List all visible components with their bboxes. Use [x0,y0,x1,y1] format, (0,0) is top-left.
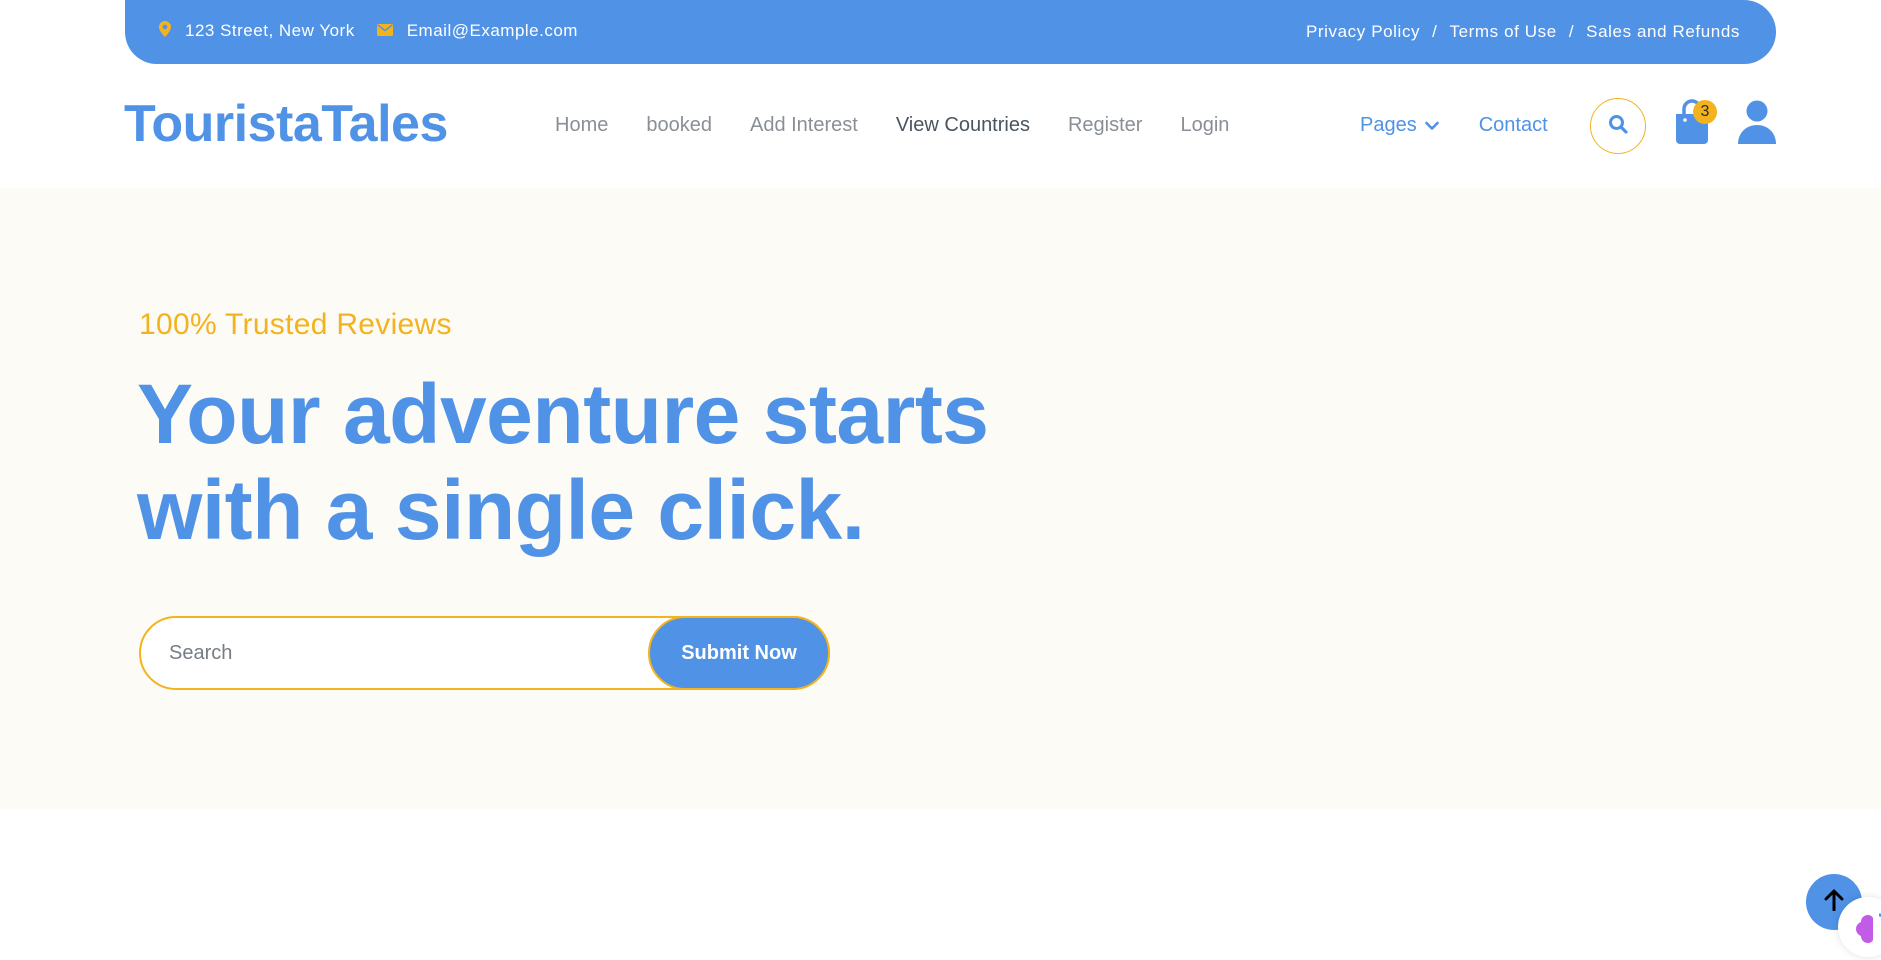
nav-item-booked[interactable]: booked [646,114,712,137]
nav-item-login[interactable]: Login [1180,114,1229,137]
nav-item-view-countries[interactable]: View Countries [896,114,1030,137]
secondary-nav: Pages Contact [1360,114,1548,137]
topbar-contact: 123 Street, New York Email@Example.com [159,0,578,62]
nav-item-add-interest[interactable]: Add Interest [750,114,858,137]
hero-search-input[interactable] [169,618,649,688]
envelope-icon [376,21,393,41]
shopping-bag-icon [1672,99,1712,150]
topbar-wrapper: 123 Street, New York Email@Example.com P… [0,0,1881,64]
topbar-links: Privacy Policy / Terms of Use / Sales an… [1306,0,1740,64]
privacy-policy-link[interactable]: Privacy Policy [1306,22,1420,42]
hero-section: 100% Trusted Reviews Your adventure star… [0,188,1881,809]
nav-item-contact[interactable]: Contact [1479,114,1548,137]
pages-label: Pages [1360,114,1417,136]
nav-item-register[interactable]: Register [1068,114,1142,137]
hero-headline-line2: with a single click. [137,463,865,557]
hero-eyebrow: 100% Trusted Reviews [139,308,452,341]
search-icon [1608,114,1628,139]
user-icon [1738,100,1776,148]
address-text: 123 Street, New York [185,21,355,40]
primary-nav: Home booked Add Interest View Countries … [555,114,1229,137]
hero-headline-line1: Your adventure starts [137,367,989,461]
site-logo[interactable]: TouristaTales [124,94,448,154]
map-pin-icon [159,20,171,42]
user-account-button[interactable] [1738,100,1778,148]
email-text[interactable]: Email@Example.com [407,21,578,41]
cart-count-badge: 3 [1693,100,1717,124]
pages-dropdown[interactable]: Pages [1360,114,1439,137]
email-item[interactable]: Email@Example.com [376,21,578,41]
address-item: 123 Street, New York [159,20,355,42]
main-navbar: TouristaTales Home booked Add Interest V… [0,64,1881,188]
submit-now-button[interactable]: Submit Now [648,616,830,690]
hero-search-form: Submit Now [139,616,830,690]
topbar: 123 Street, New York Email@Example.com P… [125,0,1776,64]
terms-of-use-link[interactable]: Terms of Use [1449,22,1556,42]
search-button[interactable] [1590,98,1646,154]
chevron-down-icon [1424,114,1439,137]
link-separator: / [1432,22,1438,41]
link-separator: / [1568,22,1575,41]
nav-item-home[interactable]: Home [555,114,608,137]
hero-headline: Your adventure starts with a single clic… [137,366,1037,558]
sales-refunds-link[interactable]: Sales and Refunds [1586,22,1740,42]
